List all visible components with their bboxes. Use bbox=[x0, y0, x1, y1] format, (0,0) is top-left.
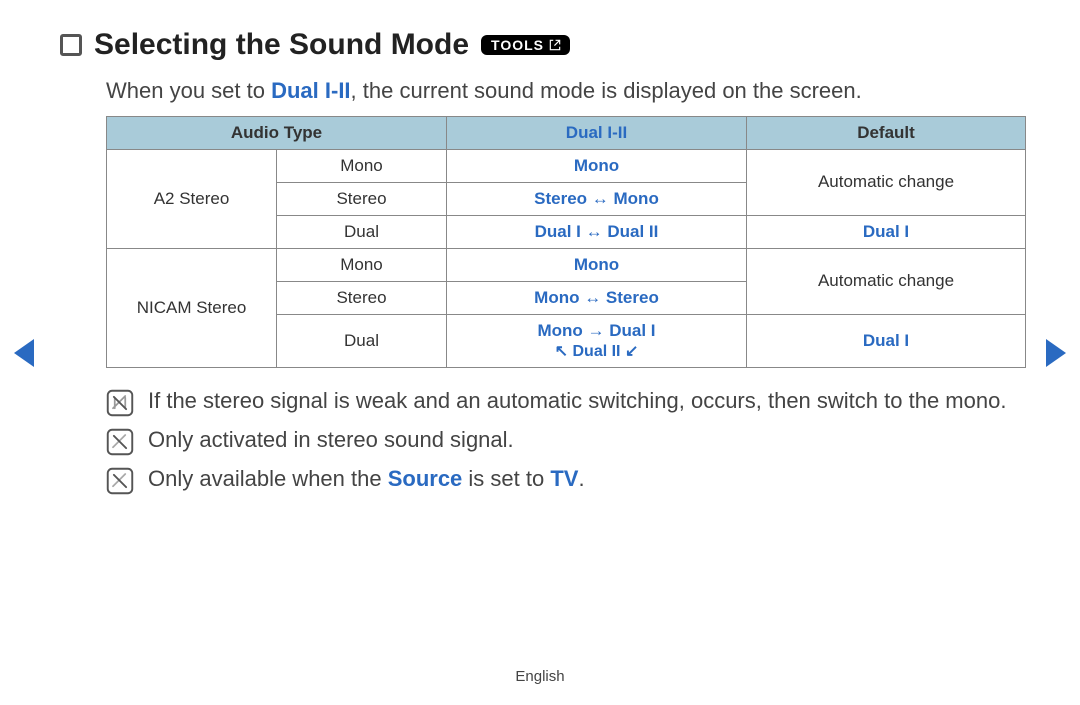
group-nicam-name: NICAM Stereo bbox=[107, 248, 277, 367]
note-3-key1: Source bbox=[388, 466, 463, 491]
note-icon bbox=[106, 428, 134, 456]
note-row: If the stereo signal is weak and an auto… bbox=[106, 386, 1020, 417]
note-row: Only available when the Source is set to… bbox=[106, 464, 1020, 495]
nicam-stereo-type: Stereo bbox=[277, 281, 447, 314]
nicam-dual-dual: Mono → Dual I ↖ Dual II ↙ bbox=[447, 314, 747, 367]
table-row: NICAM Stereo Mono Mono Automatic change bbox=[107, 248, 1026, 281]
table-header-row: Audio Type Dual I-II Default bbox=[107, 116, 1026, 149]
chevron-left-icon bbox=[14, 339, 34, 367]
a2-stereo-type: Stereo bbox=[277, 182, 447, 215]
note-1-text: If the stereo signal is weak and an auto… bbox=[148, 386, 1020, 416]
note-3-pre: Only available when the bbox=[148, 466, 388, 491]
a2-dual-default: Dual I bbox=[747, 215, 1026, 248]
note-3-mid: is set to bbox=[462, 466, 550, 491]
note-3-key2: TV bbox=[550, 466, 578, 491]
tools-badge: TOOLS bbox=[481, 35, 570, 55]
nicam-mono-type: Mono bbox=[277, 248, 447, 281]
note-3-post: . bbox=[578, 466, 584, 491]
section-bullet-icon bbox=[60, 34, 82, 56]
notes: If the stereo signal is weak and an auto… bbox=[106, 386, 1020, 495]
note-icon bbox=[106, 467, 134, 495]
nav-prev-button[interactable] bbox=[14, 339, 34, 367]
intro-paragraph: When you set to Dual I-II, the current s… bbox=[106, 76, 1020, 106]
nicam-mono-dual: Mono bbox=[447, 248, 747, 281]
nicam-dual-line2: ↖ Dual II ↙ bbox=[455, 341, 738, 361]
page-title: Selecting the Sound Mode bbox=[94, 28, 469, 62]
a2-dual-dual: Dual I ↔ Dual II bbox=[447, 215, 747, 248]
table-row: A2 Stereo Mono Mono Automatic change bbox=[107, 149, 1026, 182]
intro-keyword: Dual I-II bbox=[271, 78, 350, 103]
tools-badge-label: TOOLS bbox=[491, 37, 544, 53]
a2-default-auto: Automatic change bbox=[747, 149, 1026, 215]
nicam-dual-type: Dual bbox=[277, 314, 447, 367]
note-3-text: Only available when the Source is set to… bbox=[148, 464, 1020, 494]
a2-dual-type: Dual bbox=[277, 215, 447, 248]
a2-mono-dual: Mono bbox=[447, 149, 747, 182]
nicam-default-auto: Automatic change bbox=[747, 248, 1026, 314]
intro-pre: When you set to bbox=[106, 78, 271, 103]
nicam-stereo-dual: Mono ↔ Stereo bbox=[447, 281, 747, 314]
nav-next-button[interactable] bbox=[1046, 339, 1066, 367]
a2-mono-type: Mono bbox=[277, 149, 447, 182]
group-a2-name: A2 Stereo bbox=[107, 149, 277, 248]
note-row: Only activated in stereo sound signal. bbox=[106, 425, 1020, 456]
a2-stereo-dual: Stereo ↔ Mono bbox=[447, 182, 747, 215]
nicam-dual-line1: Mono → Dual I bbox=[455, 321, 738, 341]
intro-post: , the current sound mode is displayed on… bbox=[351, 78, 862, 103]
sound-mode-table: Audio Type Dual I-II Default A2 Stereo M… bbox=[106, 116, 1026, 368]
note-icon bbox=[106, 389, 134, 417]
chevron-right-icon bbox=[1046, 339, 1066, 367]
tools-icon bbox=[548, 38, 562, 52]
header-audio-type: Audio Type bbox=[107, 116, 447, 149]
header-dual: Dual I-II bbox=[447, 116, 747, 149]
heading-row: Selecting the Sound Mode TOOLS bbox=[60, 28, 1020, 62]
nicam-dual-default: Dual I bbox=[747, 314, 1026, 367]
footer-language: English bbox=[0, 668, 1080, 685]
note-2-text: Only activated in stereo sound signal. bbox=[148, 425, 1020, 455]
header-default: Default bbox=[747, 116, 1026, 149]
